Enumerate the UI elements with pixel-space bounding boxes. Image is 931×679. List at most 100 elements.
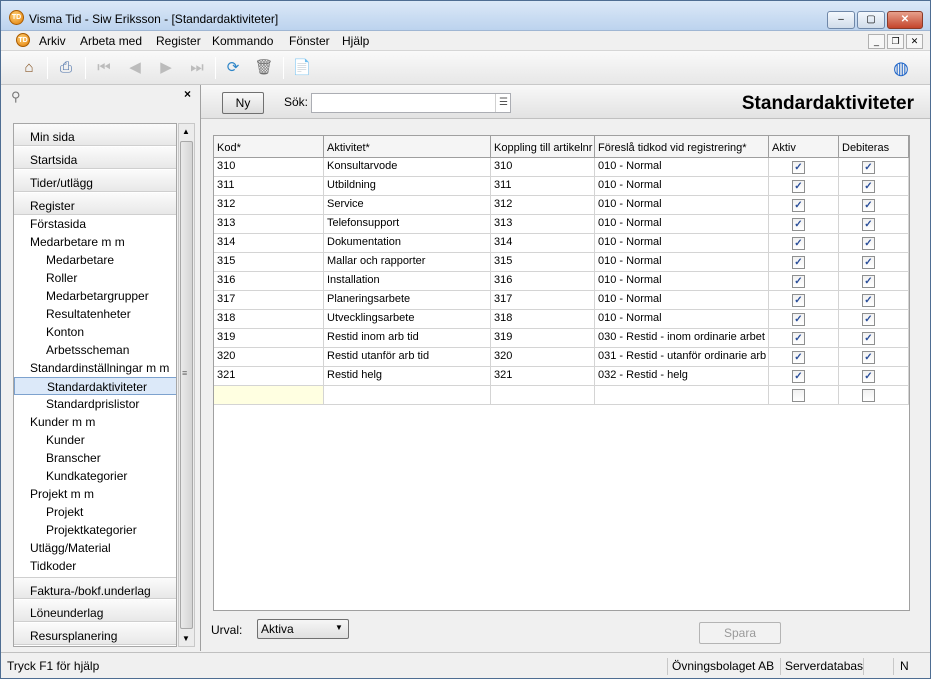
nav-item-kunder[interactable]: Kunder [14, 431, 176, 449]
aktiv-checkbox[interactable]: ✓ [792, 332, 805, 345]
document-icon[interactable]: TD [16, 33, 30, 47]
close-pane-icon[interactable]: × [184, 87, 191, 101]
aktiv-checkbox[interactable]: ✓ [792, 370, 805, 383]
cell-aktiv[interactable]: ✓ [769, 348, 839, 367]
delete-icon[interactable]: 🗑 [253, 57, 275, 79]
debiteras-checkbox[interactable]: ✓ [862, 275, 875, 288]
nav-section-min-sida[interactable]: Min sida [14, 124, 176, 146]
mdi-restore-button[interactable]: ❐ [887, 34, 904, 49]
cell-aktiv[interactable]: ✓ [769, 291, 839, 310]
aktiv-checkbox[interactable]: ✓ [792, 313, 805, 326]
cell-aktiv[interactable]: ✓ [769, 272, 839, 291]
cell-artikel[interactable]: 311 [491, 177, 595, 196]
nav-item-projekt[interactable]: Projekt [14, 503, 176, 521]
nav-item-medarbetargrupper[interactable]: Medarbetargrupper [14, 287, 176, 305]
cell-tidkod[interactable]: 030 - Restid - inom ordinarie arbet [595, 329, 769, 348]
cell-debiteras[interactable]: ✓ [839, 196, 909, 215]
cell-aktiv[interactable]: ✓ [769, 329, 839, 348]
cell-debiteras[interactable]: ✓ [839, 177, 909, 196]
cell-debiteras[interactable]: ✓ [839, 348, 909, 367]
menu-register[interactable]: Register [156, 34, 201, 48]
search-input[interactable] [311, 93, 511, 113]
cell-tidkod[interactable]: 010 - Normal [595, 177, 769, 196]
minimize-button[interactable]: – [827, 11, 855, 29]
first-record-icon[interactable]: ⏮ [93, 57, 115, 79]
debiteras-checkbox[interactable]: ✓ [862, 389, 875, 402]
debiteras-checkbox[interactable]: ✓ [862, 180, 875, 193]
cell-aktivitet[interactable]: Utbildning [324, 177, 491, 196]
debiteras-checkbox[interactable]: ✓ [862, 199, 875, 212]
help-document-icon[interactable]: 📄 [291, 57, 313, 79]
cell-artikel[interactable]: 320 [491, 348, 595, 367]
nav-item-resultatenheter[interactable]: Resultatenheter [14, 305, 176, 323]
cell-artikel[interactable]: 314 [491, 234, 595, 253]
scroll-down-icon[interactable]: ▼ [182, 634, 190, 643]
nav-scrollbar[interactable]: ▲ ≡ ▼ [178, 123, 195, 647]
cell-kod[interactable]: 314 [214, 234, 324, 253]
nav-item-standardprislistor[interactable]: Standardprislistor [14, 395, 176, 413]
nav-section-loneunderlag[interactable]: Löneunderlag [14, 600, 176, 622]
nav-item-projektkategorier[interactable]: Projektkategorier [14, 521, 176, 539]
cell-tidkod[interactable]: 031 - Restid - utanför ordinarie arb [595, 348, 769, 367]
cell-kod[interactable]: 313 [214, 215, 324, 234]
cell-debiteras[interactable]: ✓ [839, 158, 909, 177]
cell-tidkod[interactable]: 010 - Normal [595, 234, 769, 253]
cell-kod[interactable]: 312 [214, 196, 324, 215]
nav-section-resursplanering[interactable]: Resursplanering [14, 623, 176, 645]
cell-kod[interactable]: 311 [214, 177, 324, 196]
cell-tidkod[interactable]: 010 - Normal [595, 291, 769, 310]
cell-kod[interactable]: 321 [214, 367, 324, 386]
cell-aktivitet[interactable]: Installation [324, 272, 491, 291]
aktiv-checkbox[interactable]: ✓ [792, 237, 805, 250]
cell-kod[interactable]: 319 [214, 329, 324, 348]
nav-item-kunder-m-m[interactable]: Kunder m m [14, 413, 176, 431]
nav-section-tider-utlagg[interactable]: Tider/utlägg [14, 170, 176, 192]
aktiv-checkbox[interactable]: ✓ [792, 180, 805, 193]
cell-aktivitet[interactable]: Planeringsarbete [324, 291, 491, 310]
column-header-tidkod[interactable]: Föreslå tidkod vid registrering* [595, 136, 769, 158]
cell-aktivitet[interactable]: Telefonsupport [324, 215, 491, 234]
column-header-aktiv[interactable]: Aktiv [769, 136, 839, 158]
nav-item-förstasida[interactable]: Förstasida [14, 215, 176, 233]
cell-artikel[interactable]: 319 [491, 329, 595, 348]
new-button[interactable]: Ny [222, 92, 264, 114]
debiteras-checkbox[interactable]: ✓ [862, 313, 875, 326]
nav-item-roller[interactable]: Roller [14, 269, 176, 287]
cell-debiteras[interactable]: ✓ [839, 253, 909, 272]
cell-kod[interactable] [214, 386, 324, 405]
cell-aktiv[interactable]: ✓ [769, 158, 839, 177]
cell-kod[interactable]: 315 [214, 253, 324, 272]
cell-aktivitet[interactable]: Service [324, 196, 491, 215]
close-button[interactable]: ✕ [887, 11, 923, 29]
cell-tidkod[interactable]: 010 - Normal [595, 272, 769, 291]
column-header-kod[interactable]: Kod* [214, 136, 324, 158]
cell-kod[interactable]: 320 [214, 348, 324, 367]
cell-tidkod[interactable] [595, 386, 769, 405]
previous-record-icon[interactable]: ◀ [124, 57, 146, 79]
last-record-icon[interactable]: ⏭ [186, 57, 208, 79]
aktiv-checkbox[interactable]: ✓ [792, 161, 805, 174]
debiteras-checkbox[interactable]: ✓ [862, 294, 875, 307]
cell-aktivitet[interactable]: Restid helg [324, 367, 491, 386]
cell-debiteras[interactable]: ✓ [839, 329, 909, 348]
nav-item-kundkategorier[interactable]: Kundkategorier [14, 467, 176, 485]
cell-debiteras[interactable]: ✓ [839, 215, 909, 234]
debiteras-checkbox[interactable]: ✓ [862, 370, 875, 383]
urval-select[interactable]: Aktiva ▼ [257, 619, 349, 639]
nav-item-standardinställningar-m-m[interactable]: Standardinställningar m m [14, 359, 176, 377]
cell-aktiv[interactable]: ✓ [769, 253, 839, 272]
column-header-debiteras[interactable]: Debiteras [839, 136, 909, 158]
print-icon[interactable]: ⎙ [55, 57, 77, 79]
cell-artikel[interactable]: 315 [491, 253, 595, 272]
cell-aktivitet[interactable]: Utvecklingsarbete [324, 310, 491, 329]
aktiv-checkbox[interactable]: ✓ [792, 389, 805, 402]
pin-icon[interactable]: ⚲ [11, 89, 21, 105]
nav-item-projekt-m-m[interactable]: Projekt m m [14, 485, 176, 503]
aktiv-checkbox[interactable]: ✓ [792, 218, 805, 231]
chevron-down-icon[interactable]: ▼ [335, 623, 343, 632]
nav-item-standardaktiviteter[interactable]: Standardaktiviteter [14, 377, 176, 395]
cell-aktivitet[interactable]: Dokumentation [324, 234, 491, 253]
menu-hjalp[interactable]: Hjälp [342, 34, 369, 48]
cell-aktiv[interactable]: ✓ [769, 367, 839, 386]
save-button[interactable]: Spara [699, 622, 781, 644]
